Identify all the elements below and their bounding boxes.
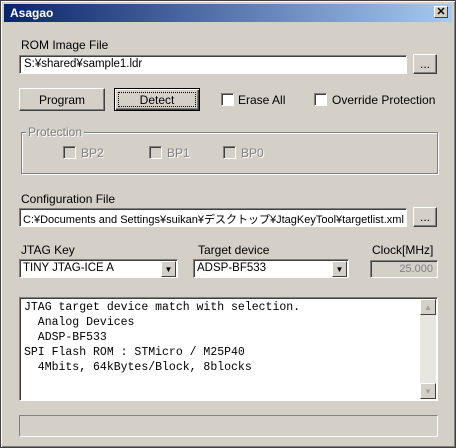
scroll-up-button[interactable]: ▲: [420, 299, 436, 315]
bp1-label: BP1: [167, 146, 190, 160]
configuration-file-label: Configuration File: [21, 192, 116, 206]
chevron-down-icon[interactable]: ▼: [161, 261, 176, 277]
erase-all-label: Erase All: [238, 93, 286, 107]
target-device-selected: ADSP-BF533: [197, 262, 267, 274]
jtag-key-selected: TINY JTAG-ICE A: [23, 262, 114, 274]
bp0-label: BP0: [241, 146, 264, 160]
bp2-checkbox[interactable]: [63, 146, 76, 159]
clock-field[interactable]: 25.000: [370, 260, 438, 278]
title-bar[interactable]: Asagao ✕: [4, 4, 452, 22]
jtag-key-select[interactable]: TINY JTAG-ICE A ▼: [19, 259, 178, 278]
jtag-key-label: JTAG Key: [21, 243, 75, 257]
override-protection-checkbox[interactable]: [314, 93, 327, 106]
target-device-label: Target device: [198, 243, 270, 257]
status-bar: [19, 415, 438, 437]
detect-button[interactable]: Detect: [114, 88, 200, 111]
clock-label: Clock[MHz]: [372, 243, 434, 257]
output-textarea[interactable]: JTAG target device match with selection.…: [19, 297, 438, 401]
scroll-down-button[interactable]: ▼: [420, 383, 436, 399]
target-device-select[interactable]: ADSP-BF533 ▼: [193, 259, 349, 278]
scroll-down-icon: ▼: [424, 386, 432, 396]
vertical-scrollbar[interactable]: ▲ ▼: [420, 299, 436, 399]
config-browse-button[interactable]: ...: [413, 207, 437, 227]
scroll-up-icon: ▲: [424, 302, 432, 312]
rom-image-path-field[interactable]: S:¥shared¥sample1.ldr: [19, 55, 407, 74]
bp2-label: BP2: [81, 146, 104, 160]
chevron-down-icon[interactable]: ▼: [332, 261, 347, 277]
app-window: Asagao ✕ ROM Image File S:¥shared¥sample…: [0, 0, 456, 448]
close-icon: ✕: [436, 6, 446, 18]
bp0-checkbox[interactable]: [223, 146, 236, 159]
bp1-checkbox[interactable]: [149, 146, 162, 159]
rom-image-label: ROM Image File: [21, 38, 109, 52]
program-button[interactable]: Program: [19, 88, 105, 111]
rom-browse-button[interactable]: ...: [413, 54, 437, 74]
output-text: JTAG target device match with selection.…: [24, 301, 301, 374]
configuration-file-path-field[interactable]: C:¥Documents and Settings¥suikan¥デスクトップ¥…: [19, 208, 407, 227]
erase-all-checkbox[interactable]: [221, 93, 234, 106]
protection-group-title: Protection: [26, 125, 85, 139]
override-protection-label: Override Protection: [332, 93, 436, 107]
window-title: Asagao: [10, 6, 54, 20]
close-button[interactable]: ✕: [434, 6, 448, 18]
